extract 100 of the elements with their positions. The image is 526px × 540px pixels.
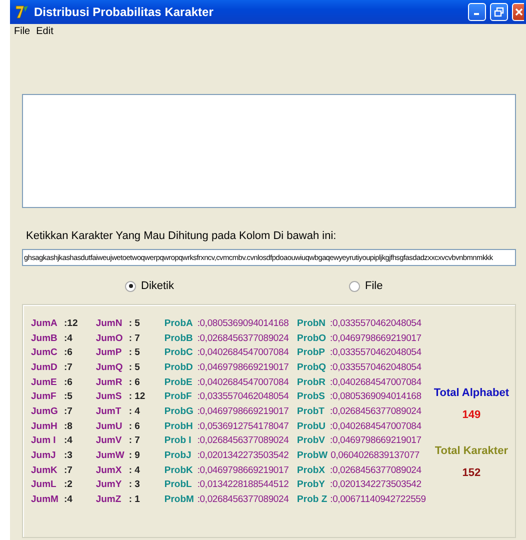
count-label: ProbJ: [164, 450, 192, 462]
count-label: JumW: [96, 450, 126, 462]
count-label: ProbC: [164, 347, 194, 358]
count-label: ProbW: [297, 450, 328, 462]
count-label: Prob I: [164, 435, 192, 446]
count-label: ProbF: [164, 391, 193, 402]
count-label: ProbR: [297, 376, 327, 388]
count-value: :0,0469798669219017: [330, 332, 422, 344]
radio-button[interactable]: Diketik: [125, 280, 174, 292]
restore-icon: [494, 7, 504, 17]
count-label: JumQ: [96, 362, 124, 373]
count-value: :7: [64, 362, 72, 373]
count-label: Jum I: [31, 435, 57, 446]
menu-item[interactable]: Edit: [36, 26, 54, 37]
count-value: :0,0335570462048054: [330, 318, 422, 329]
count-label: ProbS: [297, 391, 326, 402]
count-value: :0,0268456377089024: [197, 494, 289, 506]
count-value: : 9: [128, 450, 140, 462]
count-label: ProbM: [164, 494, 194, 506]
count-label: ProbT: [297, 406, 326, 417]
maximize-button[interactable]: [490, 3, 508, 21]
count-label: ProbE: [164, 376, 194, 388]
count-label: JumN: [96, 318, 124, 329]
count-label: ProbX: [297, 464, 326, 476]
count-label: ProbG: [164, 406, 194, 417]
count-label: JumJ: [31, 450, 57, 462]
count-label: ProbU: [297, 420, 327, 432]
count-value: :6: [64, 376, 72, 388]
count-label: JumL: [31, 479, 58, 490]
count-value: :12: [64, 318, 78, 329]
count-label: JumV: [96, 435, 123, 446]
count-label: ProbA: [164, 318, 194, 329]
count-value: : 3: [128, 479, 140, 490]
count-value: : 4: [128, 464, 140, 476]
count-label: ProbK: [164, 464, 194, 476]
count-value: :0,0469798669219017: [197, 406, 289, 417]
count-value: :0,0335570462048054: [197, 391, 289, 402]
count-label: JumD: [31, 362, 58, 373]
total-label: Total Alphabet: [434, 387, 509, 399]
count-value: :0,0469798669219017: [197, 362, 289, 373]
count-value: : 12: [128, 391, 146, 402]
count-value: :0,0469798669219017: [197, 464, 289, 476]
text-area[interactable]: [22, 94, 516, 208]
count-value: :0,00671140942722559: [330, 494, 426, 506]
count-label: ProbP: [297, 347, 326, 358]
count-label: ProbD: [164, 362, 194, 373]
count-value: :0,0402684547007084: [330, 376, 422, 388]
count-label: ProbH: [164, 420, 194, 432]
minimize-button[interactable]: [468, 3, 486, 21]
count-label: JumM: [31, 494, 60, 506]
count-value: : 5: [128, 347, 140, 358]
count-value: :7: [64, 406, 72, 417]
count-label: JumP: [96, 347, 123, 358]
count-value: :0,0335570462048054: [330, 362, 422, 373]
count-value: :5: [64, 391, 72, 402]
count-value: :7: [64, 464, 72, 476]
count-value: :0,0805369094014168: [330, 391, 422, 402]
count-value: 0,0604026839137077: [330, 450, 420, 462]
count-label: ProbB: [164, 332, 194, 344]
count-label: JumB: [31, 332, 58, 344]
close-button[interactable]: [512, 3, 524, 21]
count-value: :4: [64, 494, 72, 506]
count-label: JumS: [96, 391, 123, 402]
count-value: : 7: [128, 332, 140, 344]
count-value: :0,0268456377089024: [330, 406, 422, 417]
count-value: :3: [64, 450, 72, 462]
menu-item[interactable]: File: [14, 26, 30, 37]
window-title: Distribusi Probabilitas Karakter: [34, 5, 214, 19]
count-value: :0,0402684547007084: [330, 420, 422, 432]
count-label: JumA: [31, 318, 58, 329]
count-label: JumF: [31, 391, 58, 402]
count-label: ProbN: [297, 318, 327, 329]
instruction-label: Ketikkan Karakter Yang Mau Dihitung pada Kolom Di bawah ini:: [26, 230, 338, 242]
count-value: :0,0268456377089024: [197, 332, 289, 344]
count-label: JumT: [96, 406, 122, 417]
count-label: JumR: [96, 376, 124, 388]
count-label: ProbO: [297, 332, 328, 344]
count-value: : 4: [128, 406, 140, 417]
count-value: :0,0335570462048054: [330, 347, 422, 358]
count-label: JumG: [31, 406, 59, 417]
count-label: JumH: [31, 420, 58, 432]
count-value: :0,0201342273503542: [330, 479, 422, 490]
count-value: :6: [64, 347, 72, 358]
count-label: JumX: [96, 464, 123, 476]
count-value: :4: [64, 332, 72, 344]
count-label: ProbL: [164, 479, 193, 490]
count-label: Prob Z: [297, 494, 328, 506]
count-label: ProbV: [297, 435, 326, 446]
close-icon: [514, 7, 522, 17]
count-label: ProbY: [297, 479, 326, 490]
count-value: :0,0268456377089024: [197, 435, 289, 446]
count-value: :8: [64, 420, 72, 432]
count-label: ProbQ: [297, 362, 328, 373]
count-value: :0,0134228188544512: [197, 479, 289, 490]
count-label: JumU: [96, 420, 124, 432]
count-label: JumY: [96, 479, 123, 490]
app-icon: [14, 4, 30, 20]
radio-button[interactable]: File: [349, 280, 383, 292]
total-value: 152: [462, 467, 481, 479]
count-value: : 6: [128, 420, 140, 432]
